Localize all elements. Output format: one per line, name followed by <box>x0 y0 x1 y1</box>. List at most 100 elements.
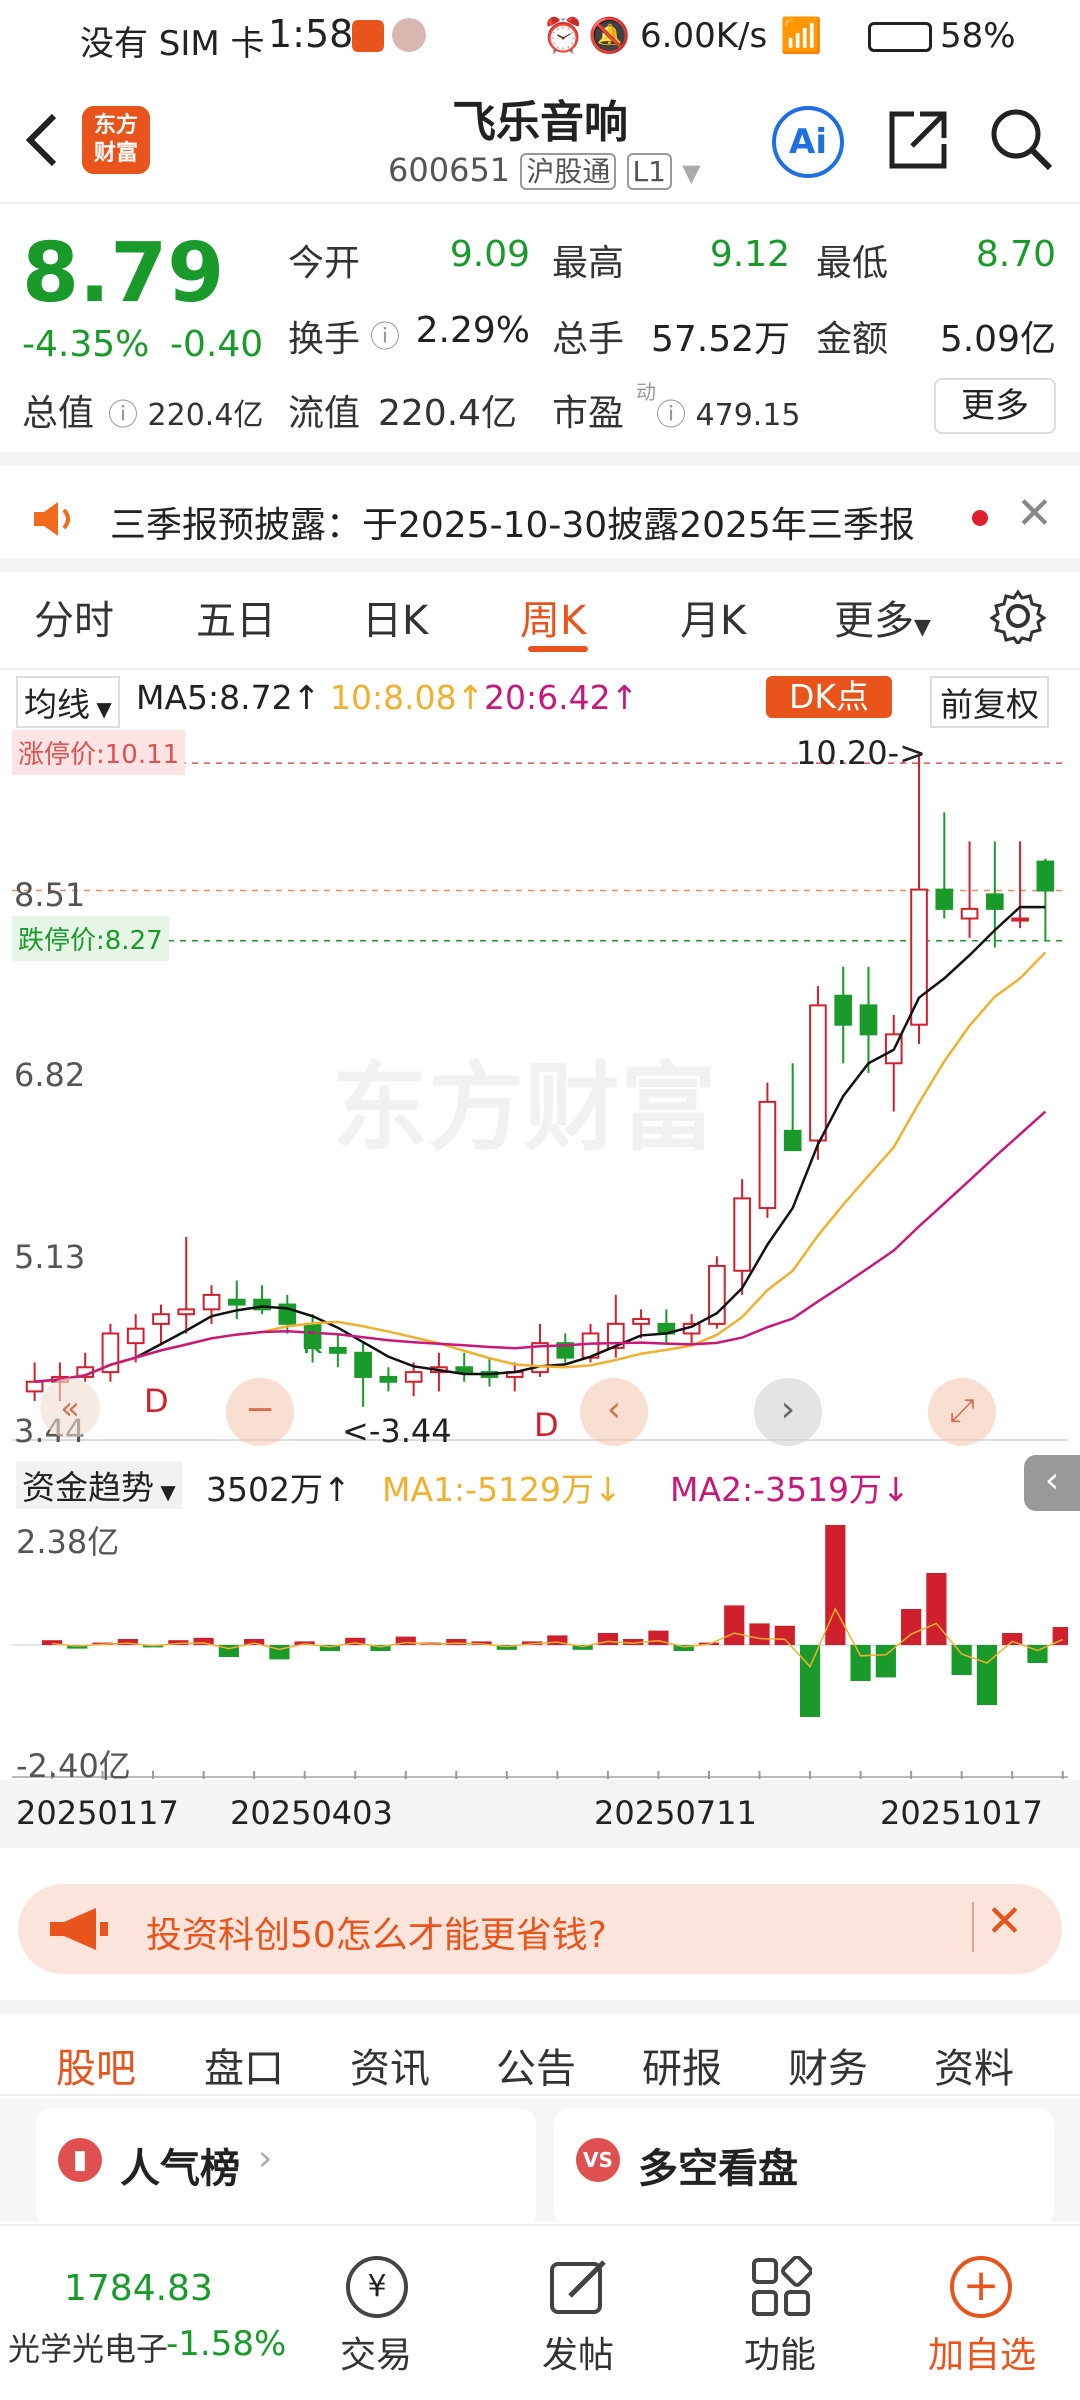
tab-forum[interactable]: 股吧 <box>56 2036 136 2094</box>
fund-flow-chart[interactable]: 2.38亿 -2.40亿 <box>12 1515 1073 1785</box>
change-value: -0.40 <box>170 324 264 365</box>
speaker-icon <box>34 502 70 536</box>
dropdown-icon[interactable]: ▼ <box>682 159 700 187</box>
ma5-value: MA5:8.72↑ <box>136 678 321 717</box>
tab-financials[interactable]: 财务 <box>788 2036 868 2094</box>
amount-label: 金额 <box>816 319 889 360</box>
level-tag: L1 <box>626 153 672 190</box>
card-title: 人气榜 <box>120 2146 240 2192</box>
float-value: 220.4亿 <box>378 393 518 434</box>
scroll-left-fast-icon[interactable]: « <box>40 1378 100 1438</box>
y-tick-3: 5.13 <box>14 1238 86 1276</box>
grid-function-icon[interactable] <box>750 2256 812 2318</box>
date-label: 20250117 <box>16 1794 179 1832</box>
fund-ma2: MA2:-3519万↓ <box>670 1470 910 1509</box>
candle-body <box>910 888 928 1026</box>
close-icon[interactable]: ✕ <box>986 1896 1023 1947</box>
tab-monthly-k[interactable]: 月K <box>680 588 746 646</box>
candle-body <box>985 893 1004 910</box>
clock: 1:58 <box>268 12 354 56</box>
trade-icon[interactable]: ¥ <box>346 2256 408 2318</box>
chart-bars-icon: ▮ <box>58 2138 102 2182</box>
watermark: 东方财富 <box>332 1052 716 1164</box>
app-notification-icon <box>352 20 384 52</box>
bull-bear-card[interactable]: VS 多空看盘 <box>554 2108 1054 2228</box>
tab-5day[interactable]: 五日 <box>196 588 276 646</box>
flow-bar <box>774 1625 795 1645</box>
tab-orderbook[interactable]: 盘口 <box>204 2036 284 2094</box>
amount-value: 5.09亿 <box>939 319 1056 360</box>
close-icon[interactable]: ✕ <box>1016 488 1053 539</box>
nav-add-watchlist[interactable]: 加自选 <box>912 2326 1052 2378</box>
share-icon[interactable] <box>884 106 952 174</box>
change-pct: -4.35% <box>22 324 150 365</box>
tab-minute[interactable]: 分时 <box>34 588 114 646</box>
turnover-info-icon[interactable]: ⓘ <box>370 312 400 356</box>
nav-post[interactable]: 发帖 <box>508 2326 648 2378</box>
avatar-notification-icon <box>392 18 426 52</box>
adjust-button[interactable]: 前复权 <box>930 676 1049 728</box>
candle-body <box>177 1308 196 1316</box>
fullscreen-icon[interactable]: ⤢ <box>928 1378 996 1446</box>
battery-icon <box>868 22 932 52</box>
dk-point-button[interactable]: DK点 <box>766 676 892 718</box>
notice-bar[interactable]: 三季报预披露：于2025-10-30披露2025年三季报 ✕ <box>0 466 1080 570</box>
date-label: 20250403 <box>230 1794 393 1832</box>
add-watchlist-icon[interactable]: + <box>950 2256 1012 2318</box>
tab-announcements[interactable]: 公告 <box>496 2036 576 2094</box>
turnover-value: 2.29% <box>415 310 530 351</box>
candle-body <box>1011 917 1029 922</box>
tab-more[interactable]: 更多▼ <box>834 588 931 646</box>
tab-news[interactable]: 资讯 <box>350 2036 430 2094</box>
flow-bar <box>976 1645 998 1705</box>
y-tick-2: 6.82 <box>14 1056 86 1094</box>
card-title: 多空看盘 <box>638 2146 798 2192</box>
ma20-value: 20:6.42↑ <box>484 678 639 717</box>
candle-body <box>859 1004 878 1036</box>
flow-bar <box>850 1645 871 1681</box>
d-marker: D <box>144 1382 169 1420</box>
candle-body <box>329 1346 347 1354</box>
mktcap-value: ⓘ 220.4亿 <box>108 398 264 433</box>
search-icon[interactable] <box>988 106 1056 174</box>
more-button[interactable]: 更多 <box>934 378 1056 434</box>
fund-selector[interactable]: 资金趋势 ▼ <box>16 1461 182 1509</box>
post-edit-icon[interactable] <box>548 2256 610 2318</box>
settings-gear-icon[interactable] <box>990 588 1046 644</box>
fund-label: 资金趋势 <box>22 1468 154 1507</box>
divider <box>972 1902 974 1952</box>
wifi-icon: 📶 <box>780 16 823 56</box>
notice-text: 三季报预披露：于2025-10-30披露2025年三季报 <box>110 505 915 546</box>
popularity-card[interactable]: ▮ 人气榜 › <box>36 2108 536 2228</box>
candle-body <box>1036 860 1055 892</box>
flow-bar <box>724 1605 745 1645</box>
indicator-bar: 均线 ▼ MA5:8.72↑ 10:8.08↑ 20:6.42↑ DK点 前复权 <box>0 670 1080 730</box>
candle-body <box>960 907 979 920</box>
candle-body <box>632 1318 650 1325</box>
candle-body <box>783 1129 802 1152</box>
fund-trend-bar: 资金趋势 ▼ 3502万↑ MA1:-5129万↓ MA2:-3519万↓ ‹ <box>0 1455 1080 1515</box>
ad-banner[interactable]: 投资科创50怎么才能更省钱? ✕ <box>18 1884 1062 1974</box>
nav-function[interactable]: 功能 <box>710 2326 850 2378</box>
net-speed: 6.00K/s <box>640 16 768 56</box>
scroll-left-icon[interactable]: ‹ <box>580 1378 648 1446</box>
tab-weekly-k[interactable]: 周K <box>520 588 586 646</box>
candle-body <box>354 1351 372 1378</box>
tab-daily-k[interactable]: 日K <box>362 588 428 646</box>
collapse-panel-icon[interactable]: ‹ <box>1024 1455 1080 1511</box>
kline-chart[interactable]: 涨停价:10.11 跌停价:8.27 8.51 6.82 5.13 3.44 1… <box>12 730 1068 1450</box>
tab-profile[interactable]: 资料 <box>934 2036 1014 2094</box>
tab-research[interactable]: 研报 <box>642 2036 722 2094</box>
unread-dot <box>972 510 988 526</box>
ai-icon[interactable]: Ai <box>772 106 844 178</box>
pe-label: 市盈 <box>552 393 625 434</box>
nav-trade[interactable]: 交易 <box>306 2326 446 2378</box>
scroll-right-icon[interactable]: › <box>754 1378 822 1446</box>
limit-down-label: 跌停价:8.27 <box>12 916 169 961</box>
pe-text: 479.15 <box>695 398 801 433</box>
flow-bar <box>799 1645 821 1717</box>
fund-top-label: 2.38亿 <box>16 1523 120 1561</box>
zoom-out-icon[interactable]: − <box>226 1378 294 1446</box>
float-label: 流值 <box>288 393 361 434</box>
ma-selector[interactable]: 均线 ▼ <box>16 676 120 728</box>
